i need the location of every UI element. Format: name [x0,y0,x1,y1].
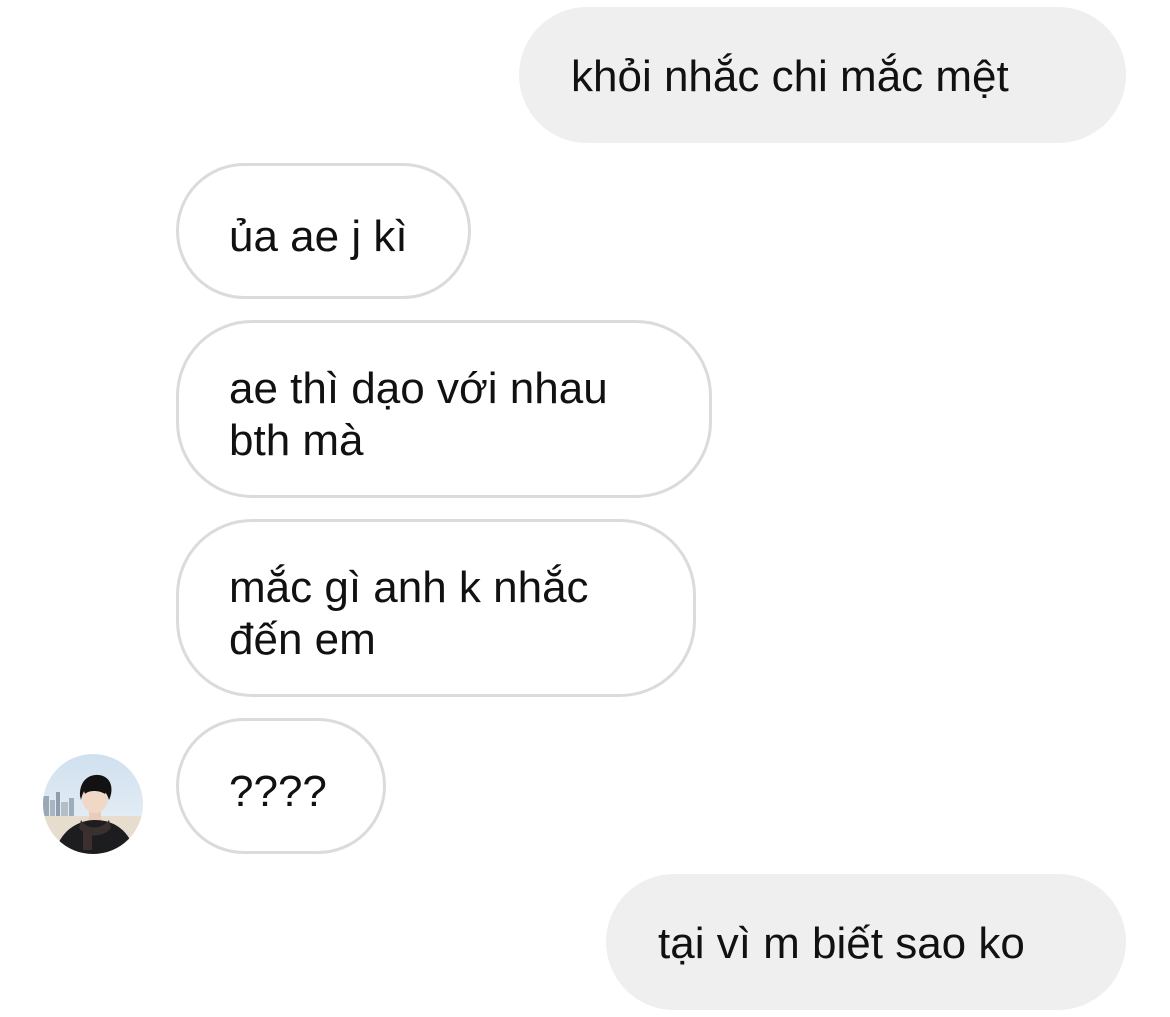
incoming-message[interactable]: mắc gì anh k nhắc đến em [176,519,696,697]
incoming-message[interactable]: ủa ae j kì [176,163,471,299]
sender-avatar[interactable] [43,754,143,854]
outgoing-message[interactable]: tại vì m biết sao ko [606,874,1126,1010]
incoming-message[interactable]: ???? [176,718,386,854]
outgoing-message[interactable]: khỏi nhắc chi mắc mệt [519,7,1126,143]
incoming-message[interactable]: ae thì dạo với nhau bth mà [176,320,712,498]
avatar-photo-icon [43,754,143,854]
